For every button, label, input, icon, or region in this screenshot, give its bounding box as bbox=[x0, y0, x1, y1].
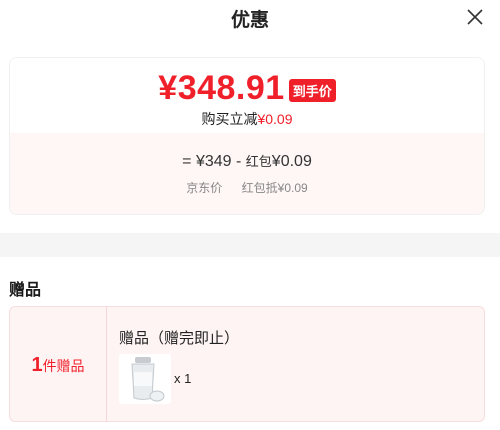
popup-header: 优惠 bbox=[0, 0, 500, 36]
price-card-top: ¥348.91 到手价 购买立减¥0.09 bbox=[10, 58, 484, 133]
price-formula: = ¥349 - 红包¥0.09 bbox=[10, 151, 484, 171]
discount-value: ¥0.09 bbox=[257, 111, 293, 127]
red-packet-deduct-label: 红包抵¥0.09 bbox=[241, 181, 308, 195]
jd-price-label: 京东价 bbox=[186, 181, 223, 195]
price-labels: 京东价 红包抵¥0.09 bbox=[10, 179, 484, 196]
gift-name: 赠品（赠完即止） bbox=[119, 330, 240, 347]
formula-minus: - bbox=[236, 153, 242, 170]
final-price-row: ¥348.91 到手价 bbox=[10, 69, 484, 108]
red-packet-value: ¥0.09 bbox=[271, 153, 312, 170]
gift-quantity: x 1 bbox=[174, 371, 192, 386]
gift-section-title: 赠品 bbox=[9, 282, 42, 299]
discount-row: 购买立减¥0.09 bbox=[10, 109, 484, 129]
gift-count-suffix: 件赠品 bbox=[42, 358, 85, 374]
gift-count-panel: 1件赠品 bbox=[10, 307, 107, 421]
section-divider bbox=[0, 233, 500, 257]
popup-title: 优惠 bbox=[230, 10, 269, 31]
price-card: ¥348.91 到手价 购买立减¥0.09 = ¥349 - 红包¥0.09 京东… bbox=[9, 57, 485, 215]
formula-equals: = bbox=[182, 153, 192, 170]
shaker-bottle-icon[interactable] bbox=[119, 354, 171, 404]
price-breakdown: = ¥349 - 红包¥0.09 京东价 红包抵¥0.09 bbox=[10, 133, 484, 214]
final-price: ¥348.91 bbox=[158, 69, 285, 107]
gift-count-number: 1 bbox=[31, 354, 43, 376]
final-price-tag: 到手价 bbox=[288, 79, 336, 102]
jd-price-value: ¥349 bbox=[195, 153, 232, 170]
close-icon[interactable] bbox=[464, 6, 486, 28]
discount-prefix: 购买立减 bbox=[201, 111, 258, 127]
gift-count: 1件赠品 bbox=[10, 354, 106, 377]
red-packet-label: 红包 bbox=[245, 154, 272, 169]
gift-card: 1件赠品 赠品（赠完即止） x 1 bbox=[9, 306, 485, 422]
